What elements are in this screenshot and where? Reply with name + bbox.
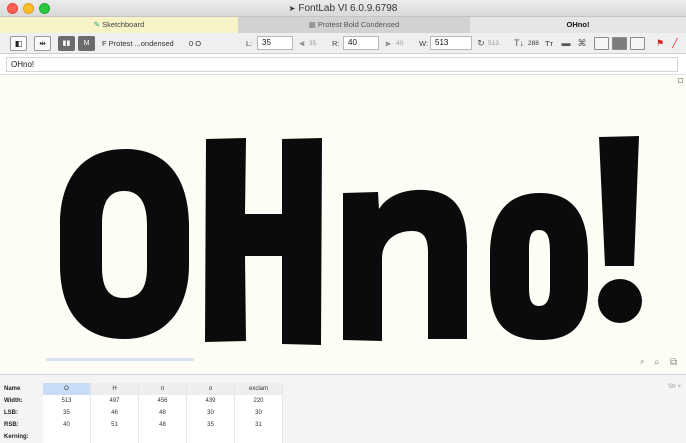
tab-sketchboard[interactable]: ✎ Sketchboard	[0, 17, 238, 33]
width-cell[interactable]: 220	[235, 395, 283, 407]
metrics-icon[interactable]: ⇹	[34, 36, 51, 51]
size-value: 288	[528, 40, 539, 47]
glyph-display	[60, 136, 642, 345]
width-input[interactable]: 513	[430, 36, 472, 50]
expand-icon[interactable]	[678, 78, 683, 83]
keyboard-icon[interactable]: ▬	[561, 36, 571, 51]
brush-icon: ✎	[93, 20, 101, 29]
rsb-cell[interactable]: 51	[91, 419, 139, 431]
rsb-dim: 40	[396, 40, 404, 47]
metrics-panel: Name O H n o exclam Width: 513 497 456 4…	[0, 374, 686, 443]
width-cell[interactable]: 439	[187, 395, 235, 407]
lsb-cell[interactable]: 48	[139, 407, 187, 419]
tab-glyph-window[interactable]: OHno!	[470, 17, 686, 33]
lsb-label: L:	[246, 39, 253, 48]
rsb-link-icon[interactable]: ⫸	[383, 36, 393, 51]
glyph-name-cell[interactable]: o	[187, 383, 235, 395]
panel-left-button[interactable]	[594, 37, 609, 50]
glyph-n	[343, 189, 467, 341]
metrics-rsb-row: RSB: 40 51 48 35 31	[0, 419, 283, 431]
lsb-cell[interactable]: 35	[43, 407, 91, 419]
metrics-lsb-row: LSB: 35 46 48 30 30	[0, 407, 283, 419]
glyph-name-cell[interactable]: H	[91, 383, 139, 395]
sidebar-toggle-icon[interactable]: ◧	[10, 36, 27, 51]
text-tool[interactable]: Tт	[545, 36, 553, 51]
flag-icon[interactable]: ⚑	[655, 36, 665, 51]
zoom-fit-icon[interactable]: ⧉	[670, 357, 677, 368]
metrics-name-row: Name O H n o exclam	[0, 383, 283, 395]
glyph-code: 0 O	[189, 39, 202, 48]
row-label-lsb: LSB:	[4, 410, 18, 416]
width-cell[interactable]: 513	[43, 395, 91, 407]
pause-icon[interactable]: ▮▮	[58, 36, 75, 51]
width-cell[interactable]: 497	[91, 395, 139, 407]
glyph-name-cell[interactable]: O	[43, 383, 91, 395]
lsb-cell[interactable]: 46	[91, 407, 139, 419]
pen-icon[interactable]: ╱	[669, 36, 681, 51]
glyph-H	[205, 138, 322, 345]
kerning-cell[interactable]	[43, 431, 91, 443]
row-label-kerning: Kerning:	[4, 434, 29, 440]
lsb-cell[interactable]: 30	[187, 407, 235, 419]
text-size-icon[interactable]: T↓	[514, 36, 524, 51]
rsb-label: R:	[332, 39, 340, 48]
panel-controls[interactable]: Str ×	[668, 384, 681, 390]
row-label-name: Name	[4, 386, 21, 392]
glyph-name-cell[interactable]: n	[139, 383, 187, 395]
grid-icon: ▦	[308, 20, 316, 29]
zoom-out-icon[interactable]: ⌕	[640, 357, 644, 367]
kerning-cell[interactable]	[91, 431, 139, 443]
glyph-canvas[interactable]: ⌕ ⌕ ⧉	[0, 75, 686, 374]
rsb-cell[interactable]: 31	[235, 419, 283, 431]
mode-icon[interactable]: M	[78, 36, 95, 51]
tab-font-window[interactable]: ▦ Protest Bold Condensed	[238, 17, 470, 33]
lsb-cell[interactable]: 30	[235, 407, 283, 419]
glyph-O	[60, 149, 189, 339]
rsb-cell[interactable]: 35	[187, 419, 235, 431]
window-title: ➤ FontLab VI 6.0.9.6798	[288, 3, 398, 14]
metrics-kerning-row: Kerning:	[0, 431, 283, 443]
text-bar: OHno!	[0, 54, 686, 75]
kerning-cell[interactable]	[235, 431, 283, 443]
zoom-in-icon[interactable]: ⌕	[654, 357, 660, 368]
rsb-input[interactable]: 40	[343, 36, 379, 50]
glyph-o	[490, 193, 588, 340]
glyph-text-input[interactable]: OHno!	[6, 57, 678, 72]
width-label: W:	[419, 39, 429, 48]
tab-bar: ✎ Sketchboard ▦ Protest Bold Condensed OHn…	[0, 17, 686, 33]
toolbar: ◧ ⇹ ▮▮ M F Protest ...ondensed 0 O L: 35…	[0, 33, 686, 54]
row-label-width: Width:	[4, 398, 23, 404]
kerning-cell[interactable]	[187, 431, 235, 443]
width-cell[interactable]: 456	[139, 395, 187, 407]
glyph-exclam-dot	[598, 279, 642, 323]
glyph-exclam	[599, 136, 639, 266]
lsb-input[interactable]: 35	[257, 36, 293, 50]
font-name[interactable]: F Protest ...ondensed	[102, 36, 174, 51]
refresh-icon[interactable]: ↻	[476, 36, 486, 51]
kerning-cell[interactable]	[139, 431, 187, 443]
width-dim: 513	[488, 40, 499, 47]
lsb-link-icon[interactable]: ⫷	[297, 36, 307, 51]
panel-bottom-button[interactable]	[612, 37, 627, 50]
rsb-cell[interactable]: 48	[139, 419, 187, 431]
rsb-cell[interactable]: 40	[43, 419, 91, 431]
row-label-rsb: RSB:	[4, 422, 19, 428]
lsb-dim: 35	[309, 40, 317, 47]
transform-icon[interactable]: ⌘	[576, 36, 588, 51]
glyph-name-cell[interactable]: exclam	[235, 383, 283, 395]
title-bar: ➤ FontLab VI 6.0.9.6798	[0, 0, 686, 17]
panel-right-button[interactable]	[630, 37, 645, 50]
cursor-icon: ➤	[288, 4, 296, 13]
metrics-width-row: Width: 513 497 456 439 220	[0, 395, 283, 407]
horizontal-scrollbar[interactable]	[46, 358, 194, 361]
